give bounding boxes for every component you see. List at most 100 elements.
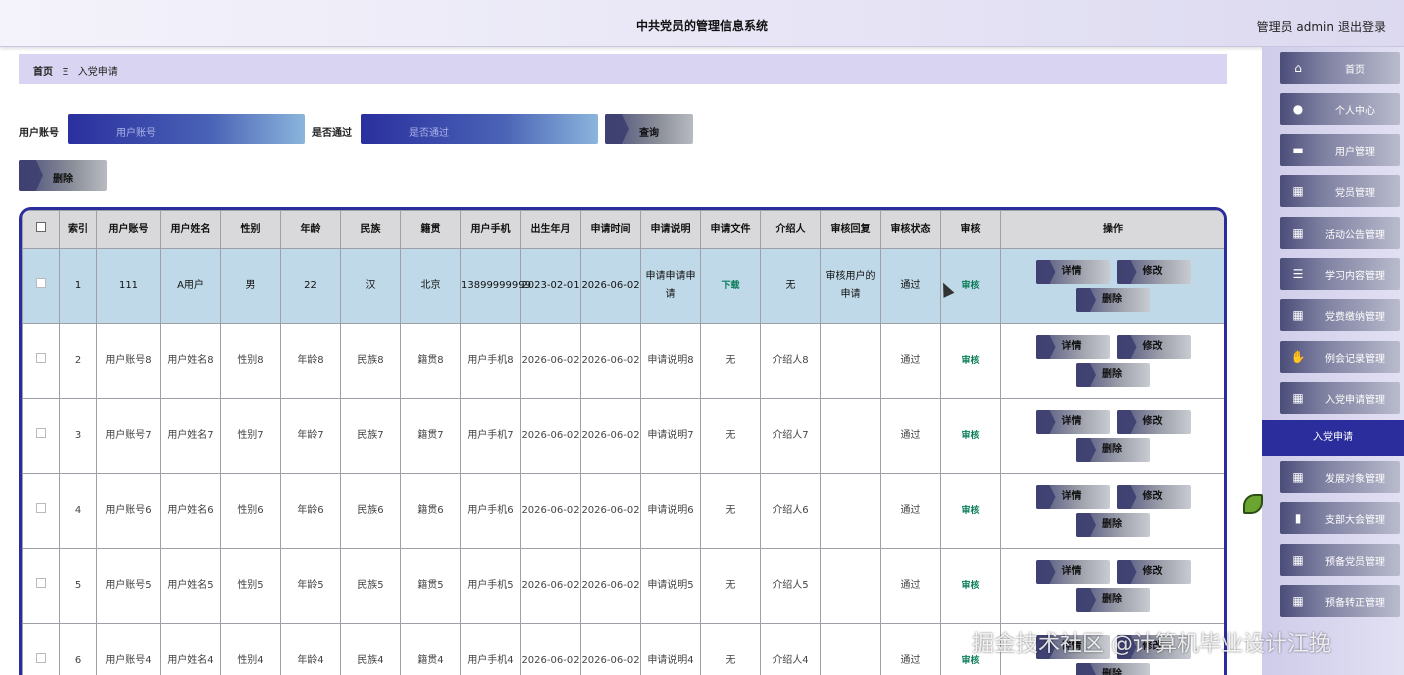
detail-button[interactable]: 详情 bbox=[1035, 335, 1110, 359]
passed-search-input[interactable]: 是否通过 bbox=[361, 114, 598, 144]
cell-text: 年龄4 bbox=[297, 655, 324, 666]
row-checkbox[interactable] bbox=[36, 278, 46, 288]
cell-desc: 申请说明4 bbox=[640, 623, 701, 675]
detail-button[interactable]: 详情 bbox=[1035, 485, 1110, 509]
cell-text: 通过 bbox=[900, 430, 921, 441]
cell-file: 无 bbox=[700, 548, 761, 624]
download-link[interactable]: 下载 bbox=[721, 281, 739, 291]
cell-text: 申请说明6 bbox=[647, 505, 694, 516]
select-all-header[interactable] bbox=[22, 210, 60, 249]
edit-button[interactable]: 修改 bbox=[1116, 560, 1191, 584]
cell-desc: 申请说明5 bbox=[640, 548, 701, 624]
sidebar-item[interactable]: ☰ 学习内容管理 bbox=[1280, 258, 1400, 290]
row-select-cell[interactable] bbox=[22, 473, 60, 549]
cell-ethnic: 民族4 bbox=[340, 623, 401, 675]
sidebar-item-label: 活动公告管理 bbox=[1325, 230, 1385, 241]
application-table: 索引 用户账号 用户姓名 性别 年龄 民族 籍贯 用户手机 出生年月 申请时间 … bbox=[19, 207, 1227, 675]
detail-button[interactable]: 详情 bbox=[1035, 410, 1110, 434]
delete-button[interactable]: 删除 bbox=[1076, 513, 1150, 537]
sidebar-item[interactable]: ▦ 党费缴纳管理 bbox=[1280, 299, 1400, 331]
sidebar-item-label: 个人中心 bbox=[1335, 106, 1375, 117]
delete-button[interactable]: 删除 bbox=[1076, 588, 1150, 612]
cell-audit[interactable]: 审核 bbox=[940, 473, 1001, 549]
sidebar-item[interactable]: ▦ 发展对象管理 bbox=[1280, 461, 1400, 493]
detail-button[interactable]: 详情 bbox=[1035, 260, 1110, 284]
cell-audit[interactable]: 审核 bbox=[940, 398, 1001, 474]
column-header: 民族 bbox=[340, 210, 401, 249]
delete-button[interactable]: 删除 bbox=[1076, 438, 1150, 462]
row-select-cell[interactable] bbox=[22, 248, 60, 324]
cell-text: 无 bbox=[725, 430, 736, 441]
account-search-input[interactable]: 用户账号 bbox=[68, 114, 305, 144]
delete-button[interactable]: 删除 bbox=[1076, 288, 1150, 312]
sidebar-item[interactable]: ⌂ 首页 bbox=[1280, 52, 1400, 84]
sidebar-item[interactable]: ▦ 活动公告管理 bbox=[1280, 217, 1400, 249]
cell-audit[interactable]: 审核 bbox=[940, 323, 1001, 399]
table-row: 5 用户账号5 用户姓名5 性别5 年龄5 民族5 籍贯5 用户手机5 2026-06-02 20… bbox=[22, 548, 1224, 624]
audit-link[interactable]: 审核 bbox=[961, 281, 979, 291]
sidebar-sub-item-active[interactable]: 入党申请 bbox=[1262, 420, 1404, 456]
sidebar-item[interactable]: ▦ 入党申请管理 bbox=[1280, 382, 1400, 414]
cell-text: 通过 bbox=[900, 505, 921, 516]
delete-button[interactable]: 删除 bbox=[1076, 363, 1150, 387]
sidebar-item[interactable]: ▦ 预备转正管理 bbox=[1280, 585, 1400, 617]
cell-introducer: 介绍人4 bbox=[760, 623, 821, 675]
row-checkbox[interactable] bbox=[36, 428, 46, 438]
row-checkbox[interactable] bbox=[36, 653, 46, 663]
cell-text: 性别4 bbox=[237, 655, 264, 666]
cell-apply_time: 2026-06-02 bbox=[580, 623, 641, 675]
cell-text: 22 bbox=[304, 280, 317, 291]
cell-audit[interactable]: 审核 bbox=[940, 548, 1001, 624]
cell-text: 2026-06-02 bbox=[521, 580, 580, 591]
cell-file[interactable]: 下载 bbox=[700, 248, 761, 324]
row-select-cell[interactable] bbox=[22, 623, 60, 675]
sidebar-item[interactable]: ▮ 支部大会管理 bbox=[1280, 502, 1400, 534]
edit-button[interactable]: 修改 bbox=[1116, 260, 1191, 284]
audit-link[interactable]: 审核 bbox=[961, 431, 979, 441]
cell-account: 用户账号8 bbox=[96, 323, 161, 399]
edit-button[interactable]: 修改 bbox=[1116, 335, 1191, 359]
cell-file: 无 bbox=[700, 323, 761, 399]
sidebar-item[interactable]: ✋ 例会记录管理 bbox=[1280, 341, 1400, 373]
audit-link[interactable]: 审核 bbox=[961, 506, 979, 516]
cell-text: 通过 bbox=[900, 280, 921, 291]
row-select-cell[interactable] bbox=[22, 548, 60, 624]
cell-reply bbox=[820, 473, 881, 549]
cell-native: 籍贯7 bbox=[400, 398, 461, 474]
cell-text: 4 bbox=[74, 505, 82, 516]
edit-button[interactable]: 修改 bbox=[1116, 410, 1191, 434]
breadcrumb-home[interactable]: 首页 bbox=[33, 67, 53, 78]
sidebar-item[interactable]: ▦ 党员管理 bbox=[1280, 175, 1400, 207]
bulk-delete-button[interactable]: 删除 bbox=[19, 160, 107, 191]
audit-link[interactable]: 审核 bbox=[961, 581, 979, 591]
leaf-icon bbox=[1243, 494, 1263, 514]
edit-button[interactable]: 修改 bbox=[1116, 485, 1191, 509]
column-header: 性别 bbox=[220, 210, 281, 249]
row-select-cell[interactable] bbox=[22, 323, 60, 399]
cell-text: 2026-06-02 bbox=[581, 280, 640, 291]
audit-link[interactable]: 审核 bbox=[961, 356, 979, 366]
cell-introducer: 介绍人8 bbox=[760, 323, 821, 399]
delete-button[interactable]: 删除 bbox=[1076, 663, 1150, 675]
sidebar-item-label: 预备党员管理 bbox=[1325, 557, 1385, 568]
query-button[interactable]: 查询 bbox=[605, 114, 693, 144]
sidebar-item[interactable]: ▬ 用户管理 bbox=[1280, 134, 1400, 166]
cell-text: 年龄8 bbox=[297, 355, 324, 366]
table-row: 2 用户账号8 用户姓名8 性别8 年龄8 民族8 籍贯8 用户手机8 2026-06-02 20… bbox=[22, 323, 1224, 399]
sidebar-item[interactable]: ● 个人中心 bbox=[1280, 93, 1400, 125]
cell-age: 年龄7 bbox=[280, 398, 341, 474]
column-header: 用户账号 bbox=[96, 210, 161, 249]
cell-text: 用户姓名5 bbox=[167, 580, 214, 591]
sidebar-item[interactable]: ▦ 预备党员管理 bbox=[1280, 544, 1400, 576]
detail-button[interactable]: 详情 bbox=[1035, 560, 1110, 584]
row-select-cell[interactable] bbox=[22, 398, 60, 474]
select-all-checkbox[interactable] bbox=[36, 221, 46, 232]
cell-file: 无 bbox=[700, 398, 761, 474]
row-checkbox[interactable] bbox=[36, 578, 46, 588]
row-checkbox[interactable] bbox=[36, 353, 46, 363]
logout-link[interactable]: 退出登录 bbox=[1338, 18, 1386, 35]
sidebar-item-label: 例会记录管理 bbox=[1325, 354, 1385, 365]
sidebar: 入党申请 ⌂ 首页 ● 个人中心 ▬ 用户管理 ▦ 党员管理 ▦ 活动公告管理 ☰ 学习内容管理 ▦ 党费… bbox=[1262, 47, 1404, 675]
row-checkbox[interactable] bbox=[36, 503, 46, 513]
cell-text: 民族8 bbox=[357, 355, 384, 366]
